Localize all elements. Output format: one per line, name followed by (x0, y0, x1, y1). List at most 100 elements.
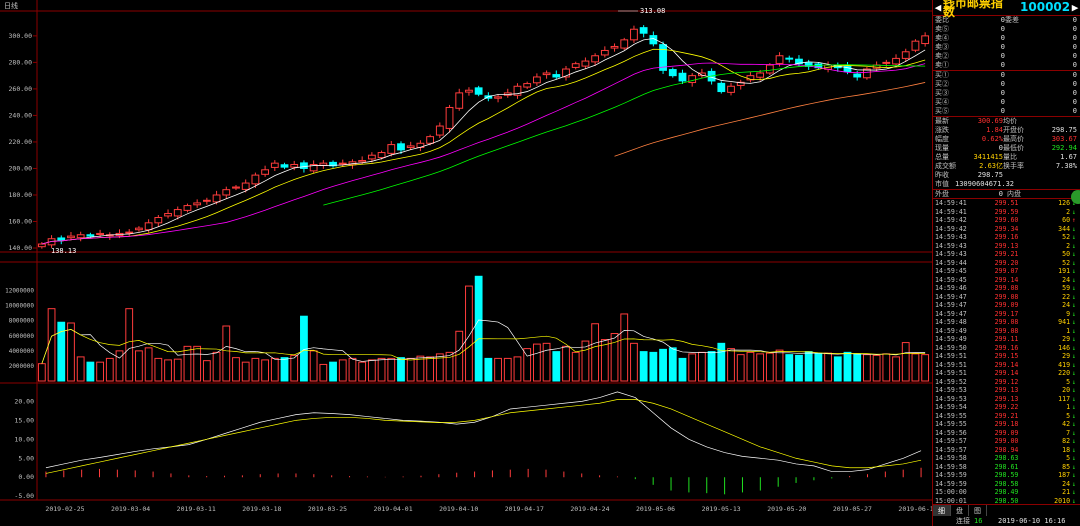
candle-body (154, 217, 163, 224)
tick-price: 299.20 (994, 258, 1019, 267)
order-volume: 0 (1072, 52, 1077, 60)
candle-body (639, 27, 648, 34)
tick-direction-icon: ↓ (1072, 326, 1076, 335)
volume-bar (319, 363, 328, 382)
macd-y-tick-label: -5.00 (14, 492, 34, 500)
stat-value-2: 298.75 (1051, 126, 1077, 134)
x-tick-label: 2019-05-06 (636, 505, 675, 513)
candle-body (445, 106, 454, 129)
volume-bar (125, 308, 134, 382)
tick-row: 14:59:53 299.13 117 ↓ (933, 395, 1080, 404)
tick-direction-icon: ↓ (1072, 488, 1076, 496)
tick-volume: 24 (1062, 301, 1071, 309)
status-bar: 连接 16 2019-06-10 16:16 (932, 516, 1080, 526)
stat-label-2 (1003, 171, 1029, 180)
candle-body (144, 222, 153, 231)
volume-bar (241, 361, 250, 382)
min-price-annotation: 138.13 (51, 247, 76, 255)
volume-bar (212, 351, 221, 382)
candle-body (474, 87, 483, 95)
macd-y-tick-label: 10.00 (14, 435, 34, 443)
volume-bar (892, 356, 900, 382)
tick-time: 14:59:41 (935, 199, 967, 207)
tick-direction-icon: ↓ (1072, 437, 1076, 445)
tick-direction-icon: ↓ (1072, 318, 1076, 326)
order-volume: 0 (1072, 98, 1077, 106)
macd-line-0 (45, 391, 922, 472)
tick-price: 299.08 (994, 284, 1019, 292)
tick-row: 14:59:49 299.11 29 ↓ (933, 335, 1080, 344)
tick-volume: 2 (1066, 207, 1071, 216)
order-price: 0 (1000, 52, 1005, 60)
panel-tab-0[interactable]: 细 (933, 505, 951, 516)
volume-bar (863, 354, 871, 382)
tick-row: 14:59:43 299.16 52 ↓ (933, 233, 1080, 242)
tick-direction-icon: ↓ (1072, 479, 1076, 488)
volume-y-tick-label: 4000000 (9, 348, 35, 355)
volume-bar (659, 348, 667, 382)
candle-body (37, 243, 46, 248)
tick-row: 14:59:42 299.34 344 ↓ (933, 225, 1080, 234)
volume-bar (377, 357, 386, 382)
stat-value-2: 303.67 (1051, 135, 1077, 143)
candle-body (222, 189, 231, 196)
candle-body (571, 63, 580, 68)
stat-label-2: 最低价 (1003, 144, 1024, 152)
volume-bar (47, 308, 56, 382)
candle-body (290, 163, 299, 168)
volume-bar (76, 356, 85, 382)
volume-bar (173, 358, 182, 382)
quote-header: ◀ 钱币邮票指数 100002 ▶ (933, 0, 1080, 18)
tick-price: 299.11 (994, 335, 1019, 343)
x-tick-label: 2019-04-10 (439, 505, 478, 513)
stat-value-2 (1029, 171, 1077, 180)
tick-direction-icon: ↓ (1072, 267, 1076, 275)
volume-bar (455, 330, 464, 382)
candle-body (892, 57, 900, 65)
y-tick-label: 200.00 (9, 164, 33, 172)
order-label-2 (1005, 43, 1027, 52)
order-price: 0 (1000, 16, 1005, 24)
candle-body (785, 57, 794, 60)
panel-tab-1[interactable]: 盘 (951, 505, 969, 516)
tick-direction-icon: ↓ (1072, 445, 1076, 454)
candle-body (76, 234, 85, 239)
next-arrow-icon[interactable]: ▶ (1070, 2, 1080, 13)
quote-panel: ◀ 钱币邮票指数 100002 ▶ 委比 0 委差 0 卖⑤ 0 0 卖④ 0 0 卖③ 0 0 卖② 0 0… (932, 0, 1080, 526)
volume-bar (532, 343, 541, 382)
order-price: 0 (1000, 89, 1005, 97)
tick-direction-icon: ↓ (1072, 301, 1076, 309)
tick-time: 14:59:54 (935, 403, 967, 411)
volume-bar (639, 351, 648, 382)
kline-chart-svg[interactable]: 日线 300.00 280.00 260.00 240.00 220.00 200.00 18… (0, 0, 938, 526)
tick-direction-icon: ↓ (1072, 335, 1076, 343)
order-label-2 (1005, 52, 1027, 61)
tick-list[interactable]: 14:59:41299.51126↓14:59:41299.592↓14:59:… (933, 198, 1080, 505)
ma60-line (614, 82, 926, 157)
tick-volume: 191 (1058, 267, 1071, 275)
x-tick-label: 2019-04-17 (505, 505, 544, 513)
stat-label-2: 换手率 (1003, 162, 1024, 170)
tick-row: 14:59:52 299.12 5 ↓ (933, 378, 1080, 387)
prev-arrow-icon[interactable]: ◀ (933, 2, 943, 13)
order-label-2 (1005, 34, 1027, 43)
candle-body (455, 92, 464, 109)
candle-body (300, 162, 308, 169)
order-label: 买⑤ (935, 107, 949, 115)
candle-body (532, 76, 541, 84)
candle-body (678, 72, 687, 82)
stat-row: 最新 300.69 均价 (933, 117, 1080, 126)
candle-body (164, 213, 172, 217)
kline-chart-area[interactable]: 日线 300.00 280.00 260.00 240.00 220.00 200.00 18… (0, 0, 938, 526)
tick-row: 15:00:00 298.49 21 ↓ (933, 488, 1080, 497)
tick-price: 299.15 (994, 352, 1019, 360)
scroll-handle-icon[interactable] (1071, 190, 1080, 204)
panel-tab-2[interactable]: 图 (969, 505, 987, 516)
tick-price: 298.94 (994, 445, 1019, 454)
tick-price: 299.18 (994, 420, 1019, 428)
tick-volume: 2 (1066, 241, 1071, 250)
tick-direction-icon: ↓ (1072, 233, 1076, 241)
tick-volume: 82 (1062, 437, 1071, 445)
tick-direction-icon: ↓ (1072, 462, 1076, 471)
tick-row: 14:59:47 299.09 24 ↓ (933, 301, 1080, 310)
